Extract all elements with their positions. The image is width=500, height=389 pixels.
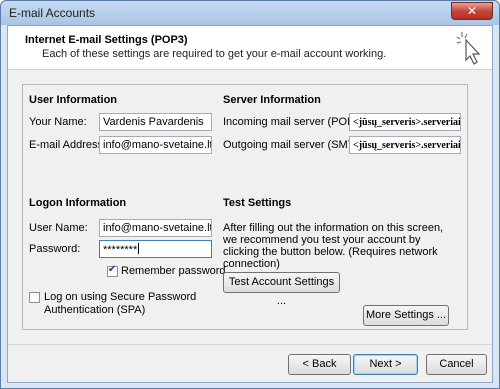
- your-name-field[interactable]: Vardenis Pavardenis: [99, 113, 212, 131]
- wizard-header: Internet E-mail Settings (POP3) Each of …: [8, 26, 492, 70]
- password-field[interactable]: ********: [99, 240, 212, 258]
- test-settings-description: After filling out the information on thi…: [223, 222, 444, 270]
- user-name-label: User Name:: [29, 222, 88, 234]
- email-address-label: E-mail Address:: [29, 139, 107, 151]
- text-caret: [138, 243, 140, 254]
- test-settings-title: Test Settings: [223, 197, 292, 209]
- spa-label-line1: Log on using Secure Password: [44, 291, 197, 303]
- user-info-title: User Information: [29, 94, 118, 106]
- wizard-title: Internet E-mail Settings (POP3): [25, 34, 188, 46]
- test-account-settings-button[interactable]: Test Account Settings ...: [223, 272, 340, 307]
- close-icon: ✕: [466, 4, 478, 18]
- password-label: Password:: [29, 243, 81, 255]
- spa-label-line2: Authentication (SPA): [44, 304, 146, 316]
- remember-password-label: Remember password: [121, 265, 226, 277]
- settings-group: User Information Your Name: Vardenis Pav…: [22, 84, 468, 330]
- password-value: ********: [103, 244, 138, 256]
- incoming-server-label: Incoming mail server (POP3):: [223, 116, 368, 128]
- footer-divider: [8, 344, 492, 345]
- back-button[interactable]: < Back: [288, 354, 351, 375]
- incoming-server-field[interactable]: <jūsų_serveris>.serveriai.lt: [349, 113, 461, 131]
- server-info-title: Server Information: [223, 94, 321, 106]
- remember-password-checkbox[interactable]: [107, 264, 118, 277]
- logon-info-title: Logon Information: [29, 197, 127, 209]
- email-address-field[interactable]: info@mano-svetaine.lt: [99, 136, 212, 154]
- outgoing-server-field[interactable]: <jūsų_serveris>.serveriai.lt: [349, 136, 461, 154]
- cancel-button[interactable]: Cancel: [426, 354, 487, 375]
- dialog-client-area: Internet E-mail Settings (POP3) Each of …: [7, 25, 493, 383]
- pointer-cursor-sparkle-icon: [456, 32, 481, 65]
- next-button[interactable]: Next >: [353, 354, 418, 375]
- email-accounts-window: E-mail Accounts ✕ Internet E-mail Settin…: [0, 0, 500, 389]
- title-bar: E-mail Accounts ✕: [1, 1, 499, 25]
- close-button[interactable]: ✕: [451, 2, 493, 20]
- outgoing-server-label: Outgoing mail server (SMTP):: [223, 139, 369, 151]
- spa-checkbox[interactable]: [29, 292, 40, 303]
- wizard-subtitle: Each of these settings are required to g…: [42, 48, 387, 60]
- your-name-label: Your Name:: [29, 116, 87, 128]
- more-settings-button[interactable]: More Settings ...: [363, 305, 449, 326]
- window-title: E-mail Accounts: [9, 6, 96, 20]
- user-name-field[interactable]: info@mano-svetaine.lt: [99, 219, 212, 237]
